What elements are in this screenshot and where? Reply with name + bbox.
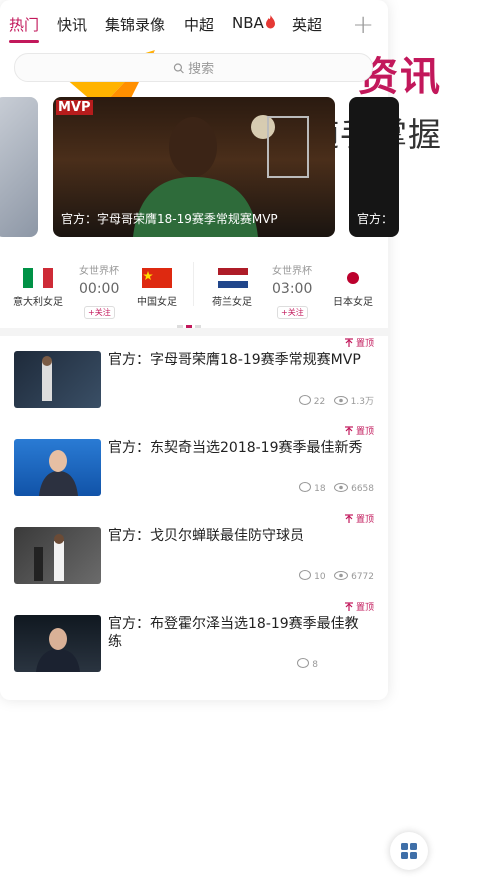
pin-icon [345, 426, 354, 435]
pin-icon [345, 514, 354, 523]
news-title: 官方：戈贝尔蝉联最佳防守球员 [108, 528, 304, 544]
pin-label: 置顶 [355, 603, 374, 613]
eye-icon [334, 483, 349, 492]
match-scores: 意大利女足 女世界杯 00:00 +关注 中国女足 荷兰女足 女世界杯 03:0… [0, 250, 388, 320]
pin-badge: 置顶 [345, 424, 374, 437]
team-home-1: 意大利女足 [13, 297, 63, 308]
follow-button-2[interactable]: +关注 [277, 306, 308, 319]
news-item[interactable]: 官方：布登霍尔泽当选18-19赛季最佳教练 置顶 8 [0, 602, 388, 695]
section-divider [0, 328, 388, 336]
news-title: 官方：字母哥荣膺18-19赛季常规赛MVP [108, 352, 361, 368]
comment-icon [297, 658, 310, 668]
flag-netherlands-icon [218, 268, 248, 288]
tab-bar: 热门 快讯 集锦录像 中超 NBA 英超 + [0, 10, 388, 44]
league-2: 女世界杯 [272, 266, 312, 277]
eye-icon [333, 396, 348, 405]
pin-badge: 置顶 [345, 600, 374, 613]
comment-count: 18 [314, 484, 326, 494]
search-icon [173, 63, 184, 74]
pin-label: 置顶 [355, 339, 374, 349]
pin-label: 置顶 [355, 427, 374, 437]
tab-hot[interactable]: 热门 [9, 14, 39, 35]
league-1: 女世界杯 [79, 266, 119, 277]
news-item[interactable]: 官方：戈贝尔蝉联最佳防守球员 置顶 10 6772 [0, 514, 388, 607]
news-card: 热门 快讯 集锦录像 中超 NBA 英超 + 搜索 MVP 官方：字母哥荣膺18… [0, 0, 399, 700]
eye-icon [334, 571, 349, 580]
flag-italy-icon [23, 268, 53, 288]
fire-icon [265, 15, 275, 29]
news-title: 官方：布登霍尔泽当选18-19赛季最佳教练 [108, 616, 359, 650]
tab-flash[interactable]: 快讯 [57, 14, 87, 35]
tab-nba[interactable]: NBA [232, 14, 276, 32]
view-count: 6772 [351, 572, 374, 582]
carousel-next-slide[interactable]: 官方： [349, 97, 399, 237]
floating-menu-button[interactable] [390, 832, 428, 870]
carousel-prev-slide[interactable] [0, 97, 38, 237]
mvp-badge: MVP [56, 100, 93, 115]
news-meta: 22 1.3万 [298, 394, 374, 407]
comment-icon [299, 482, 312, 492]
flag-china-icon [142, 268, 172, 288]
pin-badge: 置顶 [345, 336, 374, 349]
follow-button-1[interactable]: +关注 [84, 306, 115, 319]
comment-icon [299, 570, 312, 580]
news-title: 官方：东契奇当选2018-19赛季最佳新秀 [108, 440, 363, 456]
flag-japan-icon [338, 268, 368, 288]
tab-highlights[interactable]: 集锦录像 [105, 14, 165, 35]
news-meta: 18 6658 [299, 482, 374, 494]
view-count: 6658 [351, 484, 374, 494]
carousel-next-caption: 官方： [357, 212, 394, 226]
news-thumbnail [14, 527, 101, 584]
news-thumbnail [14, 351, 101, 408]
search-placeholder: 搜索 [188, 62, 215, 77]
match-time-2: 03:00 [272, 281, 313, 297]
comment-count: 10 [314, 572, 326, 582]
carousel-main-slide[interactable]: MVP 官方：字母哥荣膺18-19赛季常规赛MVP [53, 97, 335, 237]
tab-csl[interactable]: 中超 [184, 14, 214, 35]
news-meta: 8 [297, 658, 318, 670]
carousel-caption: 官方：字母哥荣膺18-19赛季常规赛MVP [61, 212, 278, 226]
pin-icon [345, 602, 354, 611]
pin-icon [345, 338, 354, 347]
active-tab-indicator [9, 40, 39, 43]
match-divider [193, 262, 194, 306]
tab-nba-label: NBA [232, 14, 264, 32]
search-input[interactable]: 搜索 [14, 53, 373, 82]
pin-label: 置顶 [355, 515, 374, 525]
grid-icon [401, 843, 417, 859]
news-item[interactable]: 官方：东契奇当选2018-19赛季最佳新秀 置顶 18 6658 [0, 426, 388, 519]
comment-count: 8 [312, 660, 318, 670]
view-count: 1.3万 [350, 397, 374, 407]
team-away-1: 中国女足 [137, 297, 177, 308]
news-meta: 10 6772 [299, 570, 374, 582]
comment-icon [298, 395, 311, 405]
team-home-2: 荷兰女足 [212, 297, 252, 308]
pin-badge: 置顶 [345, 512, 374, 525]
team-away-2: 日本女足 [333, 297, 373, 308]
plus-icon[interactable]: + [352, 10, 374, 40]
comment-count: 22 [313, 397, 326, 407]
news-item[interactable]: 官方：字母哥荣膺18-19赛季常规赛MVP 置顶 22 1.3万 [0, 338, 388, 431]
tab-epl[interactable]: 英超 [292, 14, 322, 35]
news-thumbnail [14, 439, 101, 496]
news-thumbnail [14, 615, 101, 672]
match-time-1: 00:00 [79, 281, 120, 297]
